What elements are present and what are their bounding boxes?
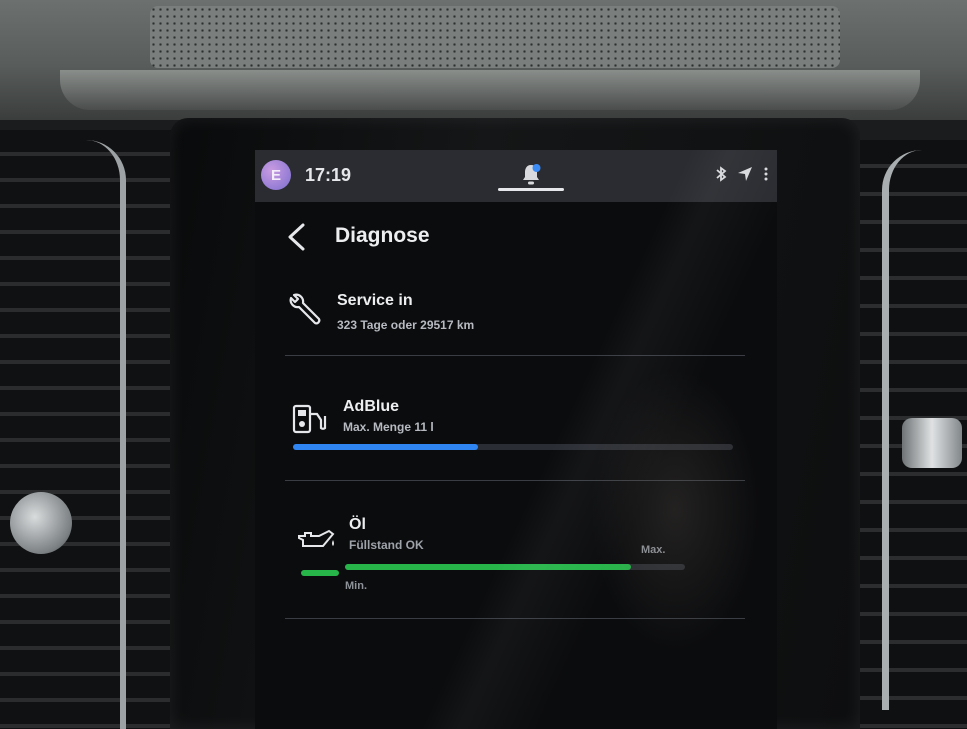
divider — [285, 480, 745, 481]
oil-level-bar — [345, 564, 685, 570]
adblue-title: AdBlue — [343, 398, 399, 415]
infotainment-screen: E 17:19 Diagnose Service in 323 Tage ode… — [255, 150, 777, 729]
service-title: Service in — [337, 292, 413, 309]
back-arrow-icon[interactable] — [285, 222, 307, 252]
adblue-level-fill — [293, 444, 478, 450]
wrench-icon — [289, 293, 321, 325]
oil-item[interactable]: Öl Füllstand OK Max. Min. — [255, 506, 777, 606]
divider — [285, 618, 745, 619]
oil-can-icon — [298, 529, 335, 547]
adblue-item[interactable]: AdBlue Max. Menge 11 l — [255, 388, 777, 478]
dashboard-lip — [60, 70, 920, 110]
page-header: Diagnose — [255, 202, 777, 266]
bell-icon[interactable] — [520, 163, 542, 187]
fuel-pump-icon — [292, 404, 327, 434]
speaker-grille — [150, 6, 840, 68]
service-subtitle: 323 Tage oder 29517 km — [337, 318, 475, 332]
status-icons — [715, 166, 769, 182]
oil-title: Öl — [349, 516, 366, 533]
service-item[interactable]: Service in 323 Tage oder 29517 km — [255, 280, 777, 350]
status-bar: E 17:19 — [255, 150, 777, 202]
avatar-letter: E — [270, 166, 281, 184]
bluetooth-icon — [716, 166, 727, 182]
more-icon[interactable] — [763, 166, 769, 182]
status-clock: 17:19 — [305, 165, 352, 185]
page-title: Diagnose — [335, 224, 430, 247]
adblue-level-bar — [293, 444, 733, 450]
oil-level-fill — [345, 564, 631, 570]
oil-max-label: Max. — [641, 544, 666, 556]
air-vent-right-knob — [902, 418, 962, 468]
oil-min-label: Min. — [345, 580, 367, 592]
location-icon — [738, 167, 752, 181]
divider — [285, 355, 745, 356]
profile-avatar[interactable]: E — [261, 160, 291, 190]
air-vent-left-knob — [10, 492, 72, 554]
oil-level-min-marker — [301, 570, 339, 576]
air-vent-left-trim — [10, 140, 126, 729]
oil-subtitle: Füllstand OK — [349, 538, 424, 552]
adblue-subtitle: Max. Menge 11 l — [343, 420, 434, 434]
notification-tab-indicator — [498, 188, 564, 191]
